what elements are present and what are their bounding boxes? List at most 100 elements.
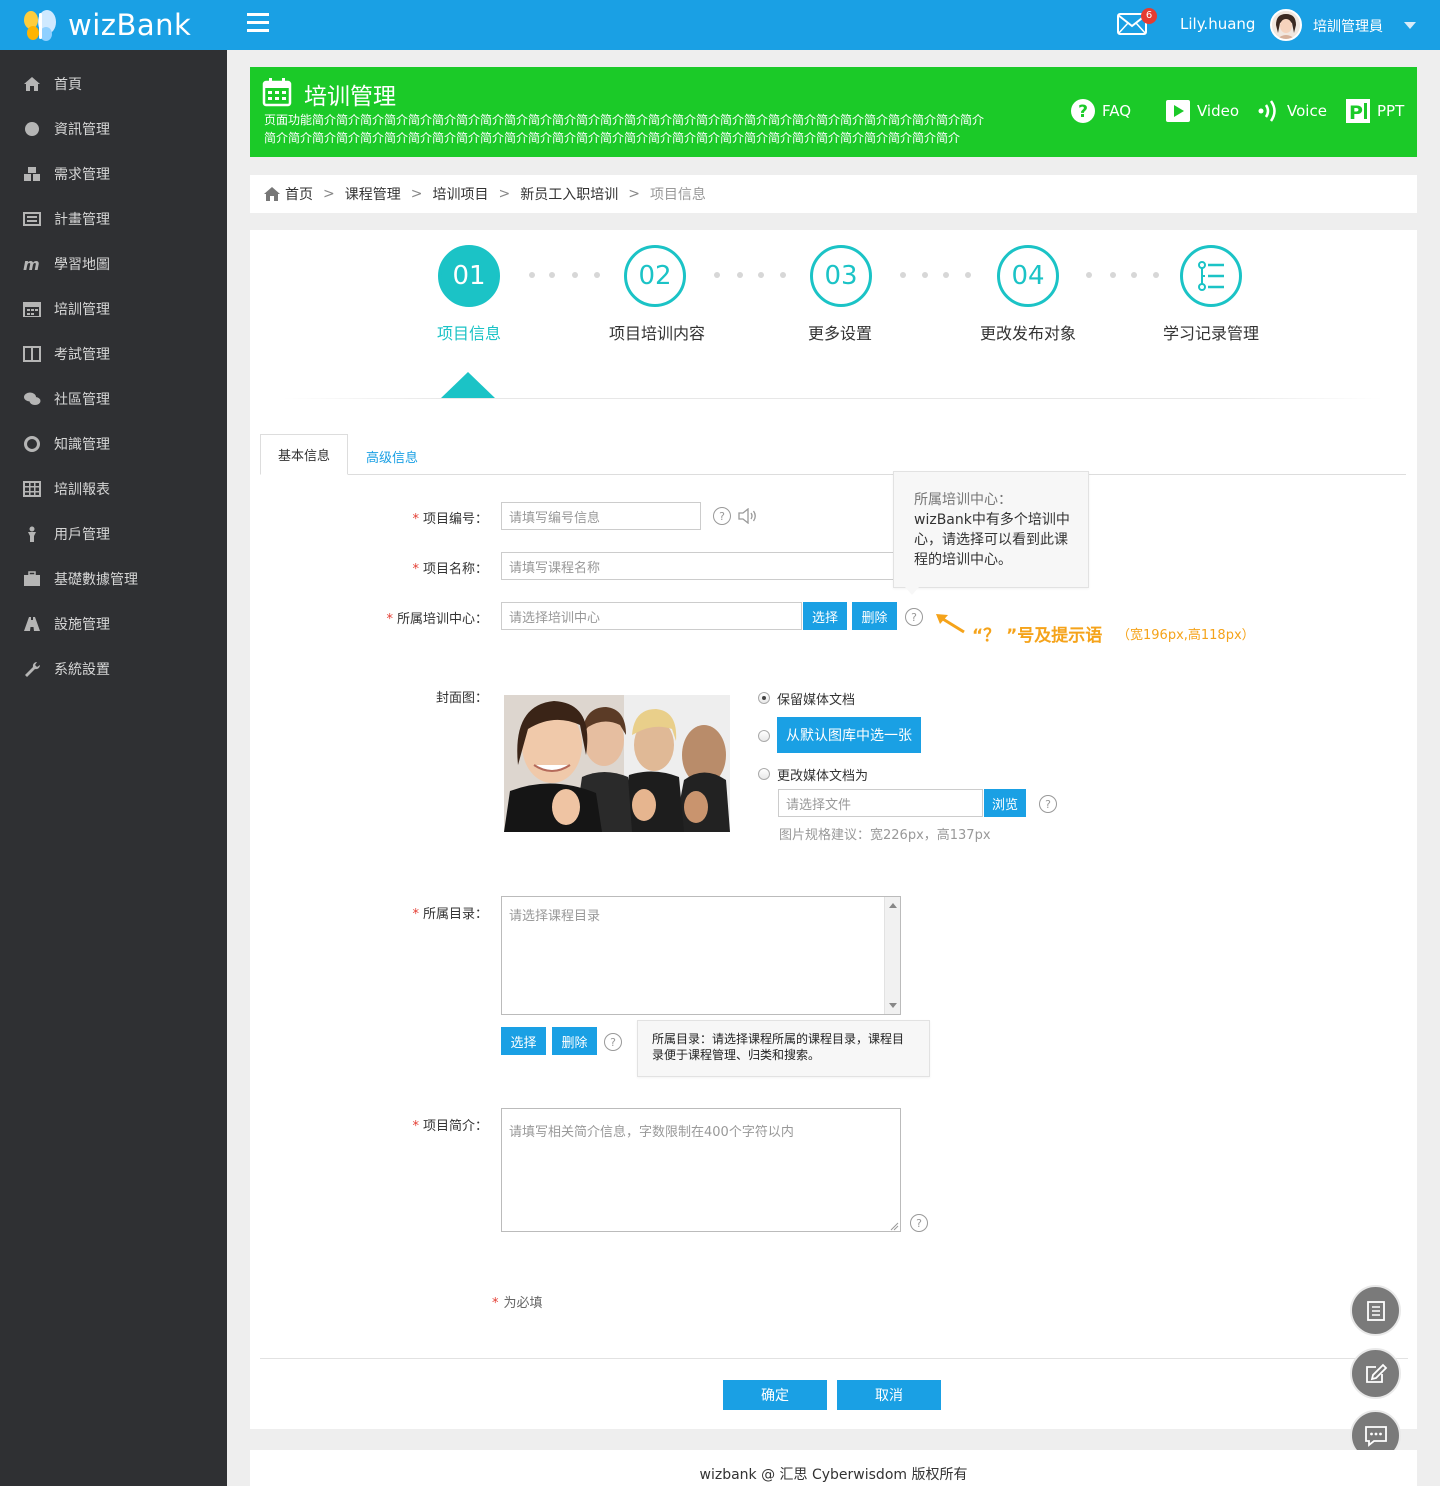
sidebar-item[interactable]: 培訓管理 [0, 286, 227, 331]
ppt-link[interactable]: P PPT [1345, 96, 1404, 126]
avatar[interactable] [1270, 9, 1302, 41]
voice-link[interactable]: Voice [1257, 96, 1327, 126]
step-5-circle[interactable] [1180, 245, 1242, 307]
name-input[interactable]: 请填写课程名称 [501, 552, 900, 580]
logo[interactable]: wizBank [0, 0, 227, 50]
svg-text:m: m [23, 256, 40, 272]
breadcrumb-home[interactable]: 首页 [285, 184, 313, 204]
page-banner: 培训管理 页面功能简介简介简介简介简介简介简介简介简介简介简介简介简介简介简介简… [250, 67, 1417, 157]
speaker-icon[interactable] [738, 507, 758, 528]
sidebar-item[interactable]: 首頁 [0, 61, 227, 106]
ppt-icon: P [1346, 99, 1370, 124]
notes-button[interactable] [1350, 1285, 1401, 1336]
step-3-circle[interactable]: 03 [810, 245, 872, 307]
edit-button[interactable] [1350, 1348, 1401, 1399]
user-icon [22, 525, 42, 543]
sidebar-item[interactable]: 需求管理 [0, 151, 227, 196]
menu-toggle-icon[interactable] [247, 13, 269, 33]
video-link[interactable]: Video [1165, 96, 1239, 126]
scrollbar[interactable] [884, 897, 900, 1014]
cover-size-hint: 图片规格建议：宽226px，高137px [779, 828, 991, 843]
globe-icon [22, 120, 42, 138]
catalog-listbox[interactable]: 请选择课程目录 [501, 896, 901, 1015]
user-dropdown-caret-icon[interactable] [1404, 22, 1416, 29]
sidebar-item[interactable]: 培訓報表 [0, 466, 227, 511]
active-step-pointer [440, 372, 496, 399]
step-connector-dot [1153, 272, 1159, 278]
help-icon[interactable]: ? [905, 608, 923, 626]
top-bar: 6 Lily.huang 培訓管理員 [227, 0, 1440, 50]
username[interactable]: Lily.huang [1180, 15, 1255, 33]
breadcrumb-separator: > [410, 186, 423, 202]
change-media-label[interactable]: 更改媒体文档为 [777, 765, 868, 784]
calendar-icon [262, 77, 292, 107]
help-icon[interactable]: ? [910, 1214, 928, 1232]
step-3-label[interactable]: 更多设置 [760, 320, 920, 344]
file-input[interactable]: 请选择文件 [778, 789, 983, 817]
step-4-label[interactable]: 更改发布对象 [948, 320, 1108, 344]
user-role[interactable]: 培訓管理員 [1313, 16, 1383, 36]
code-input[interactable]: 请填写编号信息 [501, 502, 701, 530]
sidebar-item[interactable]: 系統設置 [0, 646, 227, 691]
browse-button[interactable]: 浏览 [984, 789, 1026, 817]
road-icon [22, 615, 42, 633]
keep-media-radio[interactable] [758, 692, 770, 704]
sidebar-item[interactable]: 基礎數據管理 [0, 556, 227, 601]
table-icon [22, 480, 42, 498]
faq-link[interactable]: ? FAQ [1070, 96, 1131, 126]
step-2-label[interactable]: 项目培训内容 [577, 320, 737, 344]
help-icon[interactable]: ? [604, 1033, 622, 1051]
sidebar-item-label: 學習地圖 [54, 256, 110, 273]
step-2-circle[interactable]: 02 [624, 245, 686, 307]
catalog-tooltip: 所属目录：请选择课程所属的课程目录，课程目录便于课程管理、归类和搜索。 [637, 1020, 930, 1077]
center-label: * 所属培训中心： [386, 612, 488, 627]
sidebar-item[interactable]: 設施管理 [0, 601, 227, 646]
sidebar-item[interactable]: 計畫管理 [0, 196, 227, 241]
page-title: 培训管理 [304, 84, 396, 110]
choose-default-gallery-button[interactable]: 从默认图库中选一张 [777, 717, 921, 753]
logo-text: wizBank [68, 8, 192, 42]
name-label: * 项目名称： [412, 562, 488, 577]
select-center-button[interactable]: 选择 [803, 602, 847, 630]
sidebar-item[interactable]: 資訊管理 [0, 106, 227, 151]
delete-catalog-button[interactable]: 删除 [552, 1027, 597, 1055]
divider [260, 1358, 1408, 1359]
sidebar-item[interactable]: 社區管理 [0, 376, 227, 421]
step-1-label[interactable]: 项目信息 [389, 320, 549, 344]
resize-handle-icon[interactable] [889, 1220, 899, 1235]
keep-media-label[interactable]: 保留媒体文档 [777, 689, 855, 708]
tab-advanced-info[interactable]: 高级信息 [366, 447, 418, 466]
play-icon [1166, 100, 1190, 122]
svg-text:?: ? [1078, 102, 1088, 122]
sidebar-item-label: 知識管理 [54, 436, 110, 453]
confirm-button[interactable]: 确定 [723, 1380, 827, 1410]
help-icon[interactable]: ? [713, 507, 731, 525]
step-connector-dot [1110, 272, 1116, 278]
help-icon[interactable]: ? [1039, 795, 1057, 813]
center-input[interactable]: 请选择培训中心 [501, 602, 802, 630]
tab-basic-info[interactable]: 基本信息 [260, 434, 348, 475]
sidebar-item[interactable]: 用戶管理 [0, 511, 227, 556]
step-connector-dot [943, 272, 949, 278]
breadcrumb-training-project[interactable]: 培训项目 [432, 184, 488, 204]
breadcrumb-onboarding[interactable]: 新员工入职培训 [520, 184, 618, 204]
sidebar-item[interactable]: 知識管理 [0, 421, 227, 466]
sidebar-item[interactable]: m 學習地圖 [0, 241, 227, 286]
breadcrumb-course-management[interactable]: 课程管理 [345, 184, 401, 204]
delete-center-button[interactable]: 删除 [852, 602, 897, 630]
home-icon [22, 75, 42, 93]
default-gallery-radio[interactable] [758, 730, 770, 742]
step-connector-dot [965, 272, 971, 278]
step-4-circle[interactable]: 04 [997, 245, 1059, 307]
breadcrumb-current: 项目信息 [649, 187, 706, 203]
cancel-button[interactable]: 取消 [837, 1380, 941, 1410]
lifebuoy-icon [22, 435, 42, 453]
change-media-radio[interactable] [758, 768, 770, 780]
intro-label: * 项目简介： [412, 1119, 488, 1134]
select-catalog-button[interactable]: 选择 [501, 1027, 546, 1055]
sidebar-item[interactable]: 考試管理 [0, 331, 227, 376]
step-5-label[interactable]: 学习记录管理 [1131, 320, 1291, 344]
step-1-circle[interactable]: 01 [438, 245, 500, 307]
intro-textarea[interactable]: 请填写相关简介信息，字数限制在400个字符以内 [501, 1108, 901, 1232]
divider [282, 398, 1382, 399]
